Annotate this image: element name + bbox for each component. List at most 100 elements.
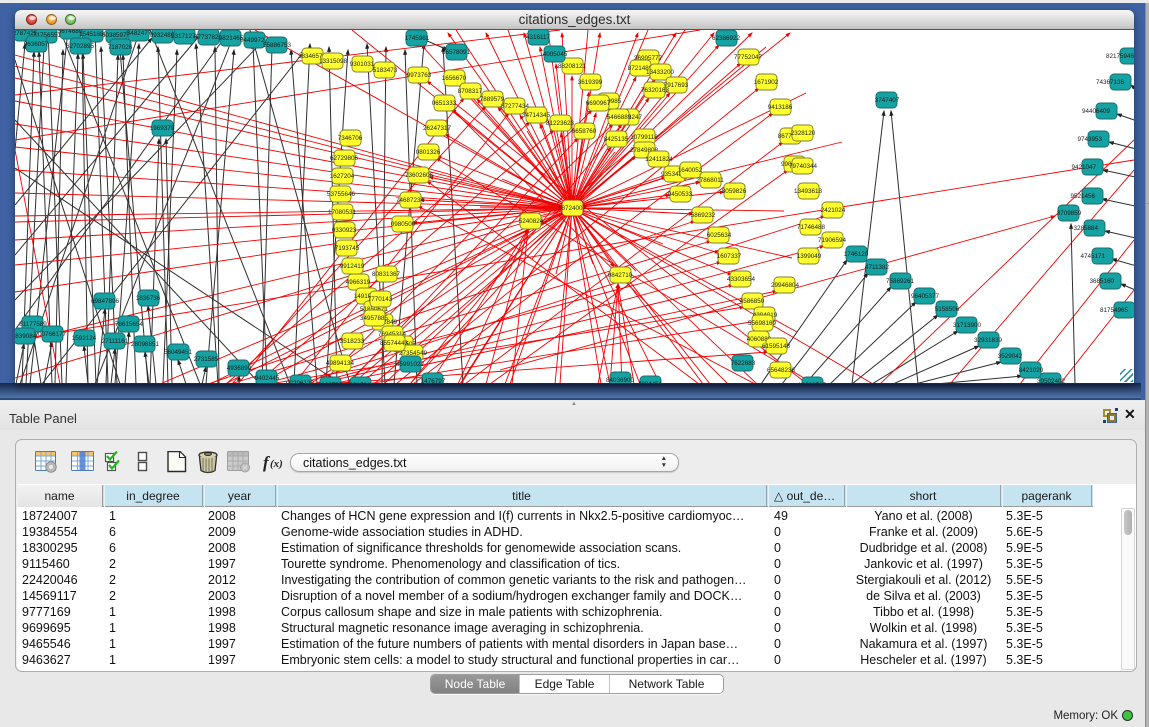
svg-text:18724007: 18724007 — [558, 205, 587, 212]
svg-text:7187026: 7187026 — [108, 44, 133, 51]
svg-text:2731585: 2731585 — [194, 356, 219, 363]
svg-text:9743953: 9743953 — [1077, 136, 1102, 143]
svg-text:84036900: 84036900 — [606, 377, 635, 383]
svg-text:80831367: 80831367 — [372, 271, 401, 278]
svg-text:75869261: 75869261 — [886, 278, 915, 285]
svg-text:7770143: 7770143 — [368, 296, 393, 303]
svg-text:29946804: 29946804 — [771, 282, 800, 289]
svg-text:9636057: 9636057 — [24, 41, 49, 48]
svg-text:1627204: 1627204 — [330, 173, 355, 180]
svg-text:74367136: 74367136 — [1096, 79, 1125, 86]
svg-text:8366752: 8366752 — [318, 382, 343, 383]
svg-text:55698169: 55698169 — [748, 320, 777, 327]
svg-text:76615654: 76615654 — [115, 321, 144, 328]
svg-text:17080531: 17080531 — [328, 209, 357, 216]
svg-text:3709859: 3709859 — [1057, 210, 1082, 217]
svg-text:74687234: 74687234 — [396, 197, 425, 204]
svg-text:77752047: 77752047 — [734, 54, 763, 61]
svg-text:28098851: 28098851 — [131, 341, 160, 348]
svg-text:61595148: 61595148 — [762, 343, 791, 350]
svg-text:69847896: 69847896 — [91, 298, 120, 305]
svg-text:9521456: 9521456 — [1070, 193, 1095, 200]
svg-text:6690967: 6690967 — [586, 100, 611, 107]
svg-text:1836736: 1836736 — [136, 295, 161, 302]
svg-text:6025634: 6025634 — [707, 232, 732, 239]
svg-text:5158506: 5158506 — [935, 306, 960, 313]
svg-text:81223623: 81223623 — [546, 120, 575, 127]
svg-text:81754965: 81754965 — [1100, 307, 1129, 314]
svg-text:1746120: 1746120 — [844, 251, 869, 258]
svg-text:02296120: 02296120 — [286, 380, 315, 383]
svg-text:3285884: 3285884 — [1073, 225, 1098, 232]
svg-text:1399049: 1399049 — [797, 253, 822, 260]
svg-text:76320163: 76320163 — [641, 87, 670, 94]
svg-text:32931839: 32931839 — [974, 337, 1003, 344]
svg-text:1476797: 1476797 — [421, 378, 446, 383]
svg-text:13433200: 13433200 — [646, 69, 675, 76]
svg-text:62702895: 62702895 — [66, 43, 95, 50]
svg-text:7193745: 7193745 — [335, 245, 360, 252]
svg-text:0651333: 0651333 — [432, 100, 457, 107]
svg-text:4711382: 4711382 — [865, 264, 890, 271]
svg-text:79740344: 79740344 — [789, 163, 818, 170]
svg-text:1745961: 1745961 — [405, 35, 430, 42]
svg-text:27868011: 27868011 — [696, 177, 724, 184]
svg-text:4745171: 4745171 — [1080, 253, 1105, 260]
svg-text:13315098: 13315098 — [319, 58, 348, 65]
svg-text:12411824: 12411824 — [645, 156, 673, 163]
svg-text:16060715: 16060715 — [798, 382, 827, 383]
svg-text:4005045: 4005045 — [543, 51, 568, 58]
svg-text:45991022: 45991022 — [396, 361, 425, 368]
svg-text:96405377: 96405377 — [911, 293, 940, 300]
svg-text:10799118: 10799118 — [630, 134, 658, 141]
svg-text:7839084: 7839084 — [15, 333, 37, 340]
svg-text:9973763: 9973763 — [407, 72, 432, 79]
svg-text:55886753: 55886753 — [263, 42, 292, 49]
svg-text:1640052: 1640052 — [678, 167, 703, 174]
svg-text:43303654: 43303654 — [727, 276, 756, 283]
svg-text:9413186: 9413186 — [768, 104, 793, 111]
svg-text:13493618: 13493618 — [794, 188, 823, 195]
svg-text:86578091: 86578091 — [442, 49, 471, 56]
svg-text:1592124: 1592124 — [72, 335, 97, 342]
svg-text:1671902: 1671902 — [754, 79, 779, 86]
svg-text:27111161: 27111161 — [102, 338, 129, 345]
svg-text:0330923: 0330923 — [332, 227, 357, 234]
svg-text:1656670: 1656670 — [442, 75, 467, 82]
svg-text:7346706: 7346706 — [338, 135, 363, 142]
svg-text:5869232: 5869232 — [691, 212, 716, 219]
svg-text:43815614: 43815614 — [346, 382, 375, 383]
svg-text:0980500: 0980500 — [391, 221, 416, 228]
svg-text:49894134: 49894134 — [326, 360, 355, 367]
svg-text:34714345: 34714345 — [522, 112, 551, 119]
svg-text:26247317: 26247317 — [423, 125, 452, 132]
svg-text:3619399: 3619399 — [578, 79, 603, 86]
svg-text:88208121: 88208121 — [558, 63, 587, 70]
svg-text:2421024: 2421024 — [821, 207, 846, 214]
svg-text:4324451: 4324451 — [638, 381, 663, 383]
svg-text:31713900: 31713900 — [953, 322, 982, 329]
svg-text:4316117: 4316117 — [526, 34, 551, 41]
svg-text:3747407: 3747407 — [875, 97, 900, 104]
svg-text:4586850: 4586850 — [740, 298, 765, 305]
svg-text:1969379: 1969379 — [150, 125, 175, 132]
svg-text:73602606: 73602606 — [405, 172, 434, 179]
svg-text:71746488: 71746488 — [797, 224, 826, 231]
svg-text:8059826: 8059826 — [722, 188, 747, 195]
svg-text:5240824: 5240824 — [519, 218, 544, 225]
svg-text:7889579: 7889579 — [480, 96, 505, 103]
svg-text:7622683: 7622683 — [731, 360, 756, 367]
svg-text:9912419: 9912419 — [340, 263, 365, 270]
svg-text:6658760: 6658760 — [572, 128, 597, 135]
svg-text:0450533: 0450533 — [668, 191, 693, 198]
svg-text:82175946: 82175946 — [1106, 53, 1134, 60]
svg-text:9402445: 9402445 — [255, 375, 280, 382]
svg-text:9301031: 9301031 — [350, 61, 375, 68]
svg-text:85574443: 85574443 — [380, 340, 409, 347]
svg-text:62386922: 62386922 — [712, 35, 741, 42]
svg-text:3685160: 3685160 — [1089, 278, 1114, 285]
svg-text:3529042: 3529042 — [998, 353, 1023, 360]
svg-text:3518233: 3518233 — [340, 338, 365, 345]
svg-text:8421020: 8421020 — [1019, 367, 1044, 374]
svg-text:00766177: 00766177 — [38, 331, 67, 338]
